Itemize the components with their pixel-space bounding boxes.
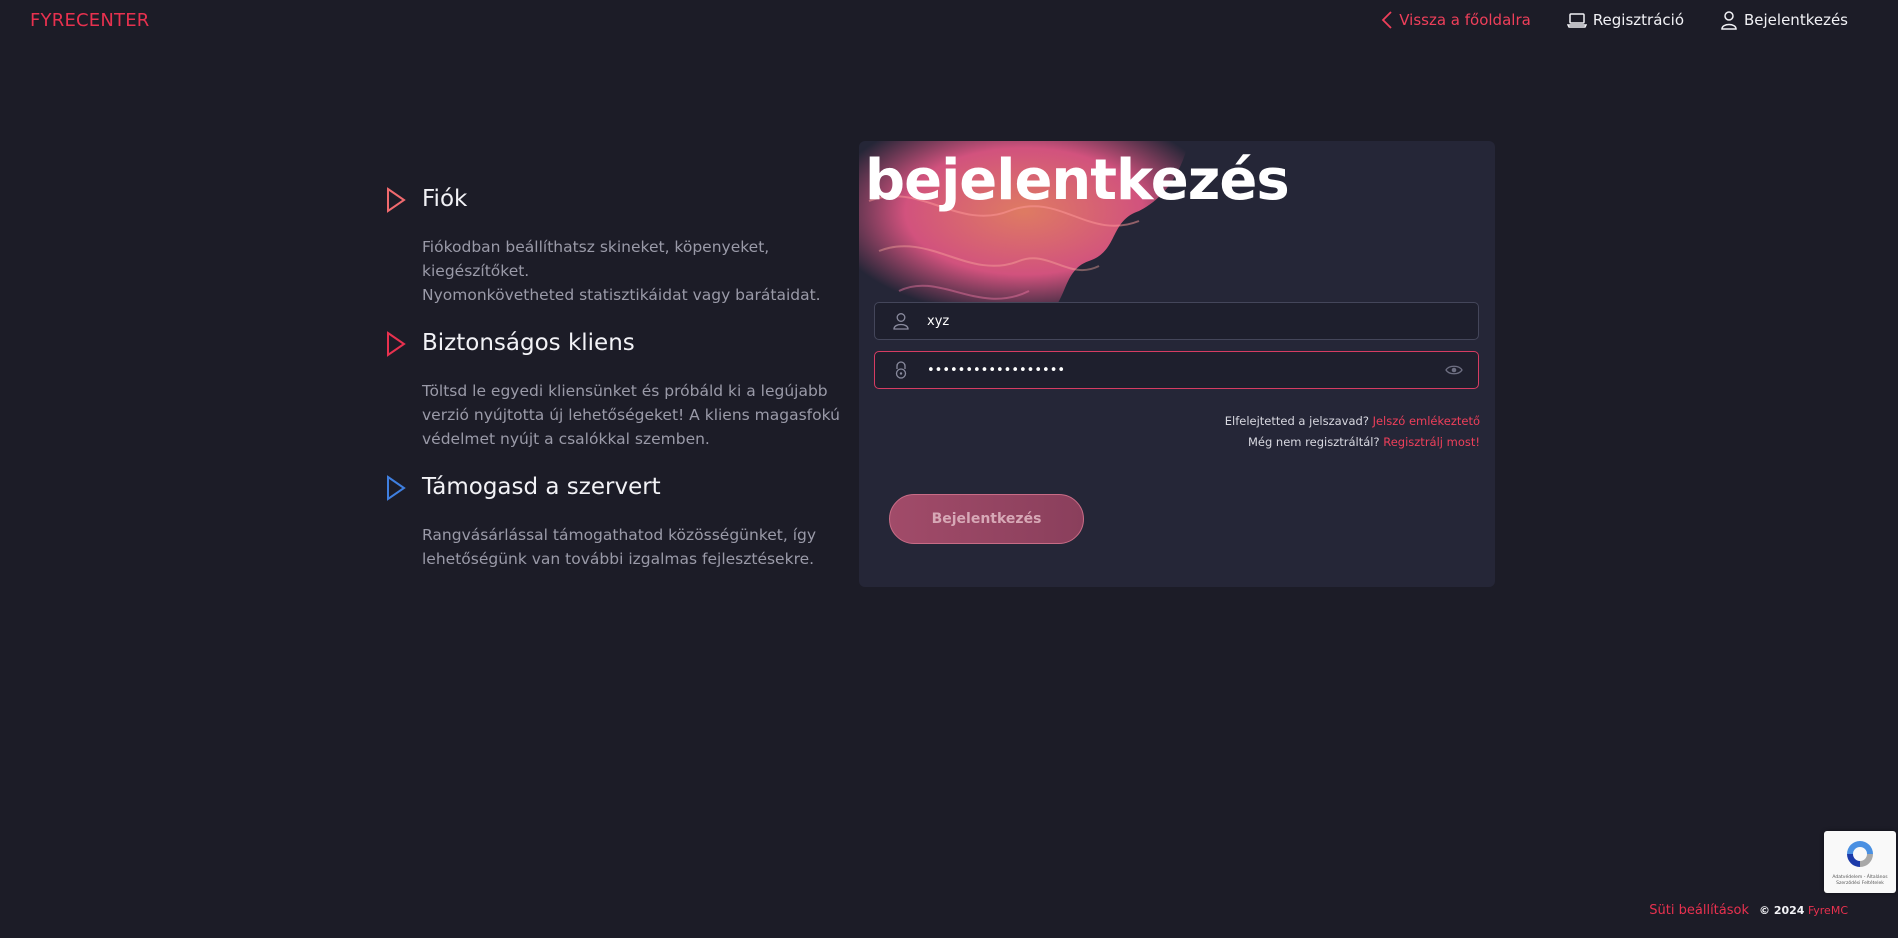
cookie-settings-link[interactable]: Süti beállítások [1649,903,1749,918]
top-navigation: Vissza a főoldalra Regisztráció Bejelent… [1381,10,1848,30]
back-link-label: Vissza a főoldalra [1399,11,1531,29]
brand-logo[interactable]: FYRECENTER [30,10,150,31]
feature-title: Támogasd a szervert [422,474,661,500]
register-text: Még nem regisztráltál? [1247,435,1380,449]
login-card: bejelentkezés Elfelejtetted a jelszavad?… [859,141,1495,587]
feature-list: Fiók Fiókodban beállíthatsz skineket, kö… [386,185,856,593]
eye-icon[interactable] [1430,364,1478,376]
password-input[interactable] [927,352,1430,388]
register-now-link[interactable]: Regisztrálj most! [1383,435,1480,449]
register-link-label: Regisztráció [1592,11,1684,29]
login-submit-button[interactable]: Bejelentkezés [889,494,1084,544]
password-field[interactable] [874,351,1479,389]
user-icon [875,312,927,330]
register-row: Még nem regisztráltál? Regisztrálj most! [1225,432,1480,453]
feature-account: Fiók Fiókodban beállíthatsz skineket, kö… [386,185,856,307]
login-link-label: Bejelentkezés [1744,11,1848,29]
back-to-home-link[interactable]: Vissza a főoldalra [1381,10,1531,30]
register-nav-link[interactable]: Regisztráció [1566,11,1684,29]
play-triangle-icon [387,187,406,213]
recaptcha-icon [1847,841,1873,867]
play-triangle-icon [387,475,406,501]
footer: Süti beállítások © 2024 FyreMC [1649,903,1848,918]
feature-title: Biztonságos kliens [422,330,635,356]
recaptcha-badge[interactable]: Adatvédelem - Általános Szerződési Felté… [1824,831,1896,893]
username-input[interactable] [927,303,1478,339]
help-links: Elfelejtetted a jelszavad? Jelszó emléke… [1225,411,1480,453]
play-triangle-icon [387,331,406,357]
user-icon [1721,11,1737,30]
footer-brand-link[interactable]: FyreMC [1808,904,1848,917]
chevron-left-icon [1381,11,1392,29]
copyright: © 2024 FyreMC [1759,904,1848,917]
login-nav-link[interactable]: Bejelentkezés [1720,10,1848,30]
copyright-text: © 2024 [1759,904,1805,917]
feature-title: Fiók [422,186,468,212]
forgot-password-link[interactable]: Jelszó emlékeztető [1373,414,1480,428]
feature-text: Töltsd le egyedi kliensünket és próbáld … [422,382,840,448]
laptop-icon [1566,13,1587,28]
feature-text: Fiókodban beállíthatsz skineket, köpenye… [422,238,821,304]
forgot-password-row: Elfelejtetted a jelszavad? Jelszó emléke… [1225,411,1480,432]
username-field[interactable] [874,302,1479,340]
lock-icon [875,361,927,379]
feature-text: Rangvásárlással támogathatod közösségünk… [422,526,817,568]
recaptcha-text: Adatvédelem - Általános Szerződési Felté… [1832,875,1888,886]
feature-secure-client: Biztonságos kliens Töltsd le egyedi klie… [386,329,856,451]
login-heading: bejelentkezés [865,148,1290,213]
forgot-password-text: Elfelejtetted a jelszavad? [1224,414,1369,428]
feature-support-server: Támogasd a szervert Rangvásárlással támo… [386,473,856,571]
